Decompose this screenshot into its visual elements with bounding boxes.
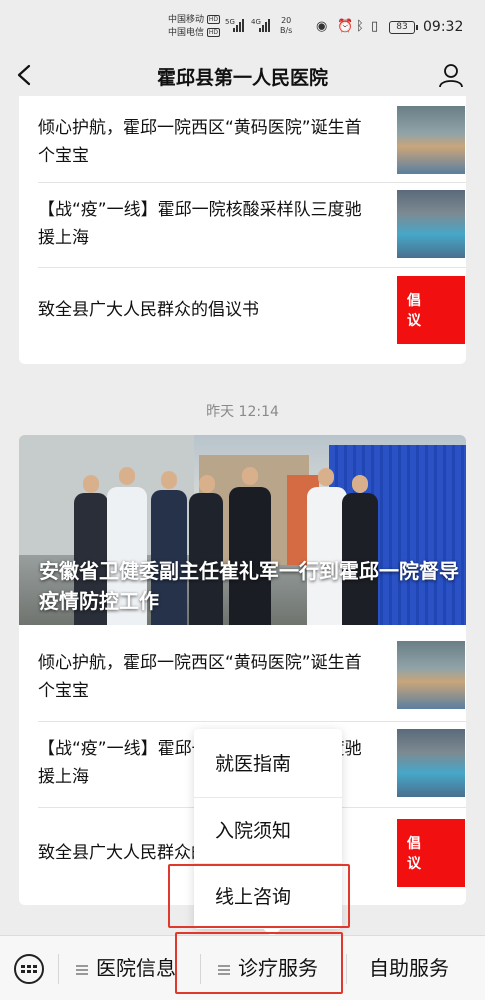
divider — [38, 182, 466, 183]
user-profile-icon[interactable] — [438, 62, 464, 88]
article-title: 【战“疫”一线】霍邱一院核酸采样队三度驰援上海 — [38, 200, 362, 248]
network-speed: 20 B/s — [280, 16, 293, 35]
article-thumbnail — [397, 729, 465, 797]
service-submenu: 就医指南 入院须知 线上咨询 — [194, 729, 342, 929]
head-shape — [318, 468, 334, 486]
carrier-info: 中国移动 HD 中国电信 HD — [168, 14, 221, 40]
divider — [346, 954, 347, 984]
message-timestamp: 昨天 12:14 — [206, 404, 279, 420]
menu-item-medical-guide[interactable]: 就医指南 — [194, 731, 342, 797]
head-shape — [352, 475, 368, 493]
list-item[interactable]: 倾心护航，霍邱一院西区“黄码医院”诞生首个宝宝 — [38, 106, 466, 182]
menu-icon — [218, 963, 230, 977]
signal-bars-2-icon — [259, 18, 270, 32]
divider — [38, 267, 466, 268]
menu-item-online-consultation[interactable]: 线上咨询 — [194, 863, 342, 929]
carrier-1: 中国移动 — [168, 15, 205, 25]
list-item[interactable]: 【战“疫”一线】霍邱一院核酸采样队三度驰援上海 — [38, 190, 466, 266]
article-card-previous: 倾心护航，霍邱一院西区“黄码医院”诞生首个宝宝 【战“疫”一线】霍邱一院核酸采样… — [19, 96, 466, 364]
head-shape — [199, 475, 215, 493]
carrier-2: 中国电信 — [168, 28, 205, 38]
tab-self-service[interactable]: 自助服务 — [369, 936, 449, 1000]
article-thumbnail — [397, 190, 465, 258]
divider — [200, 954, 201, 984]
tab-label: 诊疗服务 — [238, 956, 318, 980]
list-item[interactable]: 倾心护航，霍邱一院西区“黄码医院”诞生首个宝宝 — [38, 641, 466, 717]
status-bar: 中国移动 HD 中国电信 HD 5G 4G 20 B/s ◉ ⏰ ᛒ ▯ 83 … — [0, 0, 485, 46]
status-time: 09:32 — [423, 19, 464, 35]
article-title: 倾心护航，霍邱一院西区“黄码医院”诞生首个宝宝 — [38, 118, 362, 166]
article-title: 倾心护航，霍邱一院西区“黄码医院”诞生首个宝宝 — [38, 653, 362, 701]
hero-title: 安徽省卫健委副主任崔礼军一行到霍邱一院督导疫情防控工作 — [39, 559, 459, 613]
tab-label: 医院信息 — [96, 956, 176, 980]
tab-medical-services[interactable]: 诊疗服务 — [218, 936, 318, 1000]
article-thumbnail — [397, 106, 465, 174]
divider — [58, 954, 59, 984]
signal-bars-1-icon — [233, 18, 244, 32]
eye-icon: ◉ — [316, 19, 328, 34]
hd-badge-2: HD — [206, 28, 221, 37]
vibrate-icon: ▯ — [371, 19, 379, 34]
page-title: 霍邱县第一人民医院 — [156, 67, 328, 89]
bottom-menu-bar: 医院信息 诊疗服务 自助服务 — [0, 935, 485, 1000]
menu-icon — [76, 963, 88, 977]
tab-hospital-info[interactable]: 医院信息 — [76, 936, 176, 1000]
hd-badge-1: HD — [206, 15, 221, 24]
article-title: 致全县广大人民群众的倡议书 — [38, 300, 259, 320]
article-thumbnail: 倡 议 — [397, 276, 465, 344]
head-shape — [161, 471, 177, 489]
alarm-icon: ⏰ — [337, 19, 354, 34]
head-shape — [119, 467, 135, 485]
divider — [38, 721, 466, 722]
list-item[interactable]: 致全县广大人民群众的倡议书 倡 议 — [38, 276, 466, 346]
head-shape — [242, 467, 258, 485]
bluetooth-icon: ᛒ — [356, 19, 364, 34]
article-thumbnail: 倡 议 — [397, 819, 465, 887]
tab-label: 自助服务 — [369, 956, 449, 980]
article-thumbnail — [397, 641, 465, 709]
battery-icon: 83 — [389, 21, 418, 34]
head-shape — [83, 475, 99, 493]
hero-image[interactable]: 安徽省卫健委副主任崔礼军一行到霍邱一院督导疫情防控工作 — [19, 435, 466, 625]
menu-item-admission-notice[interactable]: 入院须知 — [194, 797, 342, 863]
keyboard-icon[interactable] — [14, 954, 44, 984]
